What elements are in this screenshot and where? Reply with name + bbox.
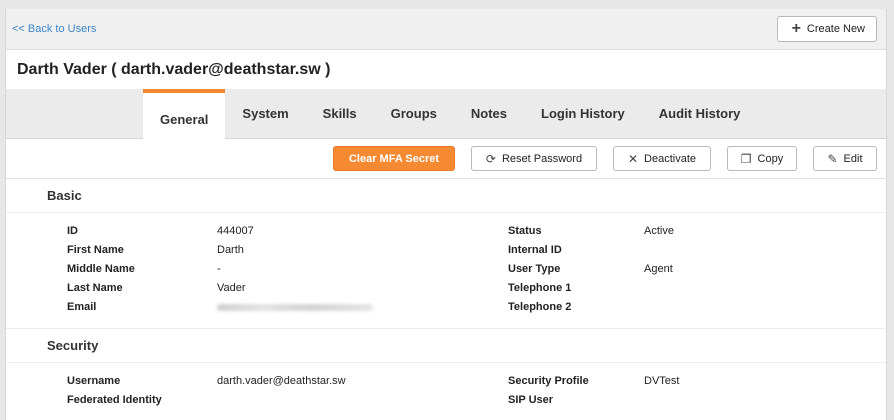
tab-login-history[interactable]: Login History xyxy=(524,89,642,138)
create-new-button[interactable]: + Create New xyxy=(776,16,877,42)
basic-fields: ID 444007 Status Active First Name Darth… xyxy=(6,213,886,317)
field-value-middle-name: - xyxy=(217,263,221,275)
field-label-middle-name: Middle Name xyxy=(67,263,135,275)
user-header: Darth Vader ( darth.vader@deathstar.sw ) xyxy=(6,50,886,89)
plus-icon: + xyxy=(791,20,801,37)
field-label-first-name: First Name xyxy=(67,244,124,256)
create-new-label: Create New xyxy=(806,23,865,35)
field-value-username: darth.vader@deathstar.sw xyxy=(217,375,346,387)
security-section: Username darth.vader@deathstar.sw Securi… xyxy=(6,363,886,410)
security-fields: Username darth.vader@deathstar.sw Securi… xyxy=(6,363,886,410)
copy-label: Copy xyxy=(757,152,784,165)
back-to-users-link[interactable]: << Back to Users xyxy=(12,23,96,35)
field-label-telephone-1: Telephone 1 xyxy=(508,282,572,294)
redacted-email xyxy=(217,304,373,311)
field-label-internal-id: Internal ID xyxy=(508,244,562,256)
field-label-sip-user: SIP User xyxy=(508,394,554,406)
field-label-email: Email xyxy=(67,301,97,313)
field-value-id: 444007 xyxy=(217,225,254,237)
field-value-federated-identity xyxy=(217,391,508,410)
field-value-user-type: Agent xyxy=(644,263,673,275)
field-value-security-profile: DVTest xyxy=(644,375,680,387)
field-value-first-name: Darth xyxy=(217,244,244,256)
field-label-telephone-2: Telephone 2 xyxy=(508,301,572,313)
clear-mfa-secret-button[interactable]: Clear MFA Secret xyxy=(333,146,455,171)
edit-label: Edit xyxy=(843,152,863,165)
reset-password-button[interactable]: ⟳ Reset Password xyxy=(471,146,597,171)
reset-icon: ⟳ xyxy=(485,151,496,166)
tab-audit-history[interactable]: Audit History xyxy=(642,89,758,138)
field-value-last-name: Vader xyxy=(217,282,246,294)
tab-skills[interactable]: Skills xyxy=(306,89,374,138)
page-title: Darth Vader ( darth.vader@deathstar.sw ) xyxy=(17,60,331,78)
tab-system[interactable]: System xyxy=(225,89,305,138)
copy-icon: ❐ xyxy=(740,151,752,166)
reset-password-label: Reset Password xyxy=(501,152,583,165)
tab-notes[interactable]: Notes xyxy=(454,89,524,138)
field-value-internal-id xyxy=(644,241,886,260)
field-label-last-name: Last Name xyxy=(67,282,123,294)
field-label-federated-identity: Federated Identity xyxy=(67,394,162,406)
field-value-status: Active xyxy=(644,225,674,237)
field-value-sip-user xyxy=(644,391,886,410)
tab-general[interactable]: General xyxy=(143,89,226,140)
section-basic-title: Basic xyxy=(6,179,886,213)
field-label-id: ID xyxy=(67,225,78,237)
copy-button[interactable]: ❐ Copy xyxy=(727,146,797,171)
action-bar: Clear MFA Secret ⟳ Reset Password ✕ Deac… xyxy=(6,139,886,179)
field-value-telephone-2 xyxy=(644,298,886,317)
deactivate-button[interactable]: ✕ Deactivate xyxy=(613,146,711,171)
field-label-security-profile: Security Profile xyxy=(508,375,589,387)
field-value-telephone-1 xyxy=(644,279,886,298)
top-toolbar: << Back to Users + Create New xyxy=(6,9,886,50)
deactivate-label: Deactivate xyxy=(644,152,697,165)
edit-button[interactable]: ✎ Edit xyxy=(813,146,877,171)
field-label-user-type: User Type xyxy=(508,263,561,275)
close-icon: ✕ xyxy=(627,151,639,166)
field-value-email xyxy=(217,298,508,317)
field-label-username: Username xyxy=(67,375,121,387)
user-detail-panel: << Back to Users + Create New Darth Vade… xyxy=(5,9,887,420)
tab-groups[interactable]: Groups xyxy=(374,89,454,138)
basic-section: ID 444007 Status Active First Name Darth… xyxy=(6,213,886,329)
field-label-status: Status xyxy=(508,225,542,237)
tab-bar: General System Skills Groups Notes Login… xyxy=(6,89,886,140)
edit-icon: ✎ xyxy=(827,151,838,166)
section-security-title: Security xyxy=(6,329,886,363)
